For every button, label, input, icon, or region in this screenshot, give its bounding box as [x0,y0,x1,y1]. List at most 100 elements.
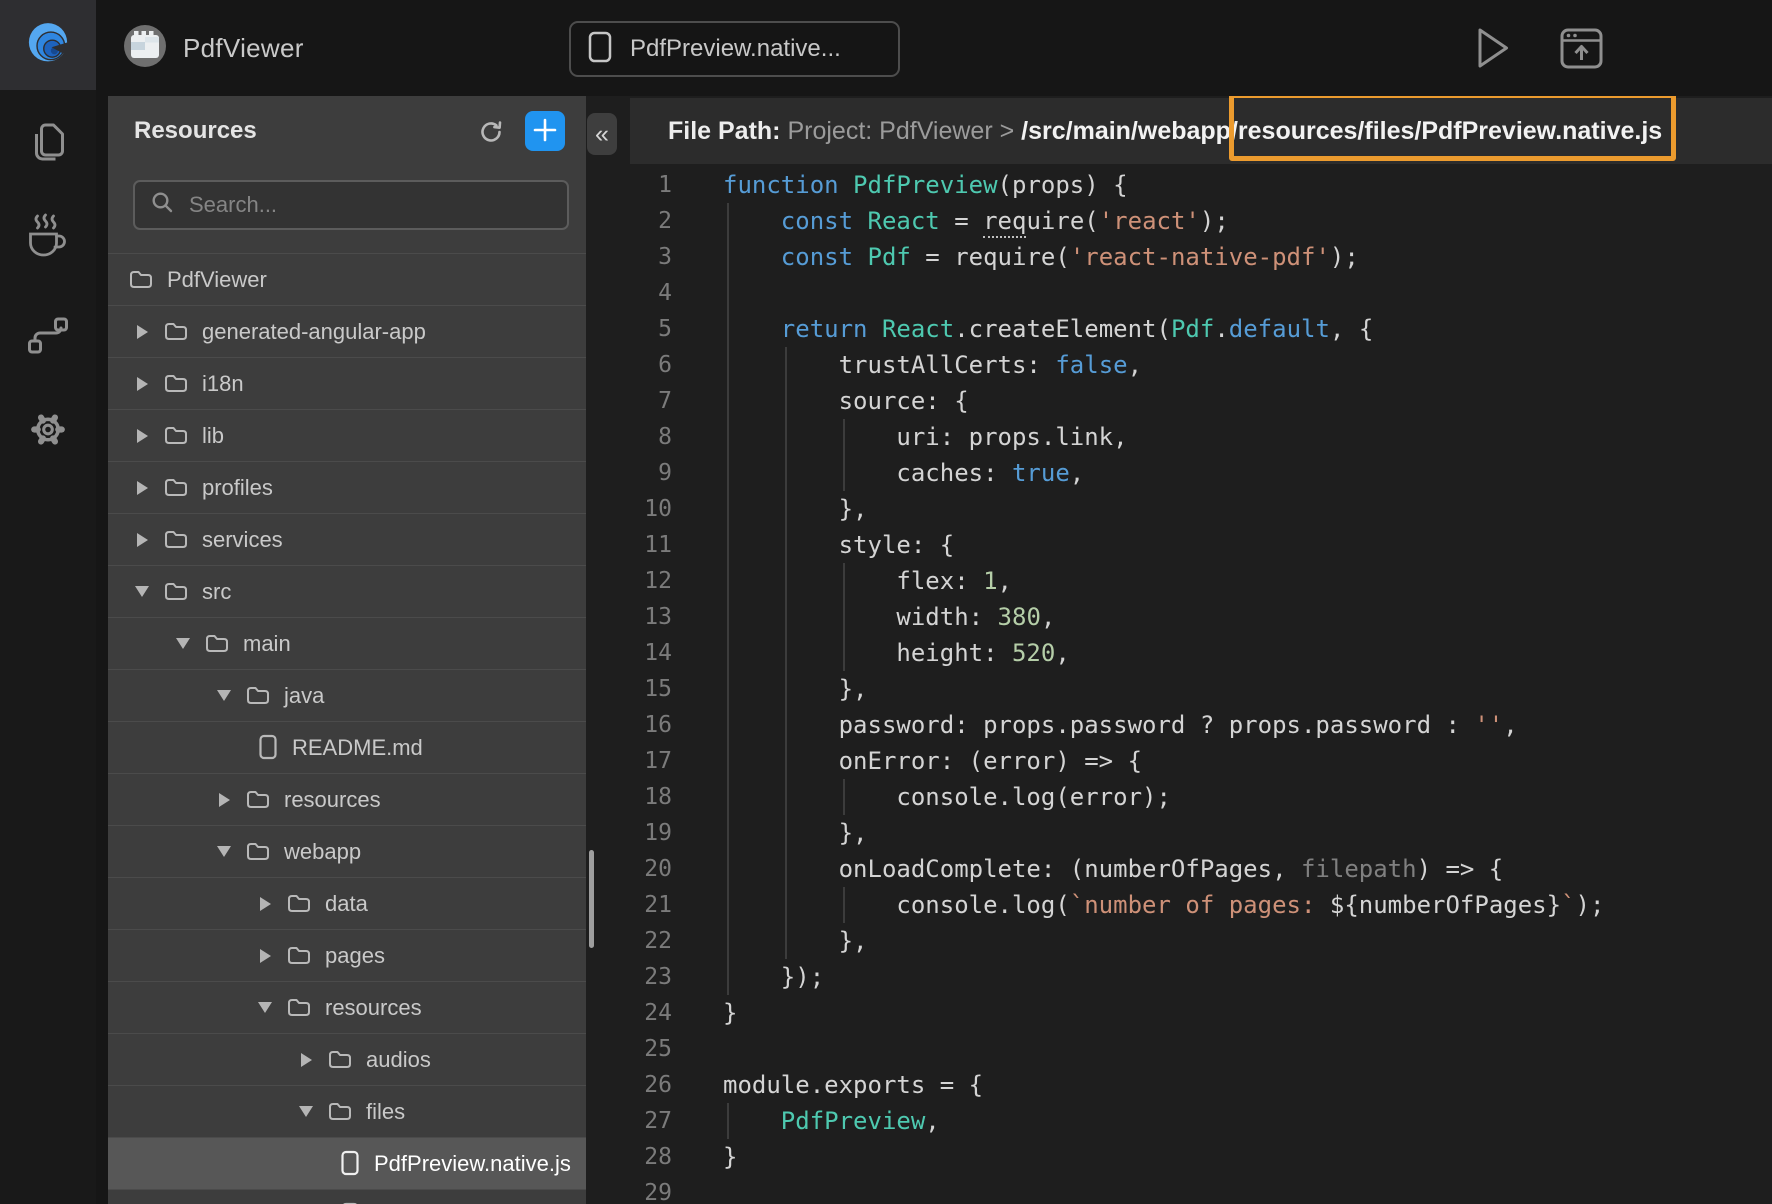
code-line-1[interactable]: 1function PdfPreview(props) { [586,167,1772,203]
code-line-27[interactable]: 27 PdfPreview, [586,1103,1772,1139]
line-number: 19 [586,815,672,851]
tree-item-label: services [202,527,283,553]
tree-item-src[interactable]: src [108,565,586,617]
code-line-7[interactable]: 7 source: { [586,383,1772,419]
line-number: 4 [586,275,672,311]
code-line-10[interactable]: 10 }, [586,491,1772,527]
add-button[interactable] [525,111,565,151]
tree-item-audios[interactable]: audios [108,1033,586,1085]
search-input[interactable] [187,191,567,219]
coffee-button[interactable] [26,213,71,259]
code-line-text: }); [672,959,824,995]
tree-item-data[interactable]: data [108,877,586,929]
code-line-text [672,275,723,311]
tree-item-java[interactable]: java [108,669,586,721]
documents-icon [28,153,69,168]
code-line-16[interactable]: 16 password: props.password ? props.pass… [586,707,1772,743]
code-line-25[interactable]: 25 [586,1031,1772,1067]
tree-item-i18n[interactable]: i18n [108,357,586,409]
folder-icon [286,892,312,915]
tree-scrollbar[interactable] [589,850,594,948]
tab-pdfpreview-native[interactable]: PdfPreview.native... [569,21,900,77]
line-number: 29 [586,1175,672,1204]
code-line-14[interactable]: 14 height: 520, [586,635,1772,671]
code-line-28[interactable]: 28} [586,1139,1772,1175]
settings-button[interactable] [26,407,71,452]
code-line-12[interactable]: 12 flex: 1, [586,563,1772,599]
coffee-icon [26,247,71,262]
code-line-text: console.log(error); [672,779,1171,815]
window-upload-icon [1560,57,1603,72]
project-avatar-icon [124,25,166,72]
line-number: 20 [586,851,672,887]
line-number: 22 [586,923,672,959]
code-line-22[interactable]: 22 }, [586,923,1772,959]
tree-item-partial[interactable] [108,1189,586,1204]
code-line-2[interactable]: 2 const React = require('react'); [586,203,1772,239]
line-number: 26 [586,1067,672,1103]
code-line-text: module.exports = { [672,1067,983,1103]
folder-icon [245,788,271,811]
code-line-5[interactable]: 5 return React.createElement(Pdf.default… [586,311,1772,347]
code-line-9[interactable]: 9 caches: true, [586,455,1772,491]
connector-button[interactable] [28,317,69,354]
documents-button[interactable] [28,121,69,165]
code-line-29[interactable]: 29 [586,1175,1772,1204]
code-line-text: style: { [672,527,954,563]
code-line-23[interactable]: 23 }); [586,959,1772,995]
folder-icon [286,944,312,967]
tree-item-pdfviewer[interactable]: PdfViewer [108,253,586,305]
tree-item-pages[interactable]: pages [108,929,586,981]
tree-item-generated-angular-app[interactable]: generated-angular-app [108,305,586,357]
tree-item-resources[interactable]: resources [108,773,586,825]
code-area[interactable]: 1function PdfPreview(props) {2 const Rea… [586,167,1772,1204]
tree-item-label: resources [325,995,422,1021]
tree-item-main[interactable]: main [108,617,586,669]
tree-item-files[interactable]: files [108,1085,586,1137]
line-number: 14 [586,635,672,671]
tree-item-readme.md[interactable]: README.md [108,721,586,773]
line-number: 2 [586,203,672,239]
indent-guide [843,419,845,491]
chevron-right-icon [301,1053,312,1067]
panel-title: Resources [134,117,257,145]
folder-icon [163,320,189,343]
code-line-13[interactable]: 13 width: 380, [586,599,1772,635]
code-line-18[interactable]: 18 console.log(error); [586,779,1772,815]
code-line-20[interactable]: 20 onLoadComplete: (numberOfPages, filep… [586,851,1772,887]
code-line-6[interactable]: 6 trustAllCerts: false, [586,347,1772,383]
folder-icon [163,372,189,395]
code-line-text: uri: props.link, [672,419,1128,455]
tree-item-lib[interactable]: lib [108,409,586,461]
tree-item-webapp[interactable]: webapp [108,825,586,877]
line-number: 23 [586,959,672,995]
code-line-21[interactable]: 21 console.log(`number of pages: ${numbe… [586,887,1772,923]
line-number: 13 [586,599,672,635]
code-line-3[interactable]: 3 const Pdf = require('react-native-pdf'… [586,239,1772,275]
code-line-26[interactable]: 26module.exports = { [586,1067,1772,1103]
code-line-19[interactable]: 19 }, [586,815,1772,851]
line-number: 10 [586,491,672,527]
chevron-right-icon [137,429,148,443]
top-bar: PdfViewer PdfPreview.native... [0,0,1772,96]
code-line-15[interactable]: 15 }, [586,671,1772,707]
collapse-panel-button[interactable]: « [587,113,617,155]
tree-item-pdfpreview.native.js[interactable]: PdfPreview.native.js [108,1137,586,1189]
tree-item-profiles[interactable]: profiles [108,461,586,513]
open-in-window-button[interactable] [1560,28,1603,69]
indent-guide [843,887,845,923]
code-line-11[interactable]: 11 style: { [586,527,1772,563]
line-number: 24 [586,995,672,1031]
tree-item-resources[interactable]: resources [108,981,586,1033]
play-icon [1477,57,1510,72]
file-icon [339,1150,361,1177]
run-button[interactable] [1477,27,1510,69]
code-line-17[interactable]: 17 onError: (error) => { [586,743,1772,779]
tree-item-services[interactable]: services [108,513,586,565]
code-line-text: const React = require('react'); [672,203,1229,239]
refresh-button[interactable] [478,119,504,145]
code-line-8[interactable]: 8 uri: props.link, [586,419,1772,455]
app-logo[interactable] [0,0,96,90]
code-line-24[interactable]: 24} [586,995,1772,1031]
code-line-4[interactable]: 4 [586,275,1772,311]
